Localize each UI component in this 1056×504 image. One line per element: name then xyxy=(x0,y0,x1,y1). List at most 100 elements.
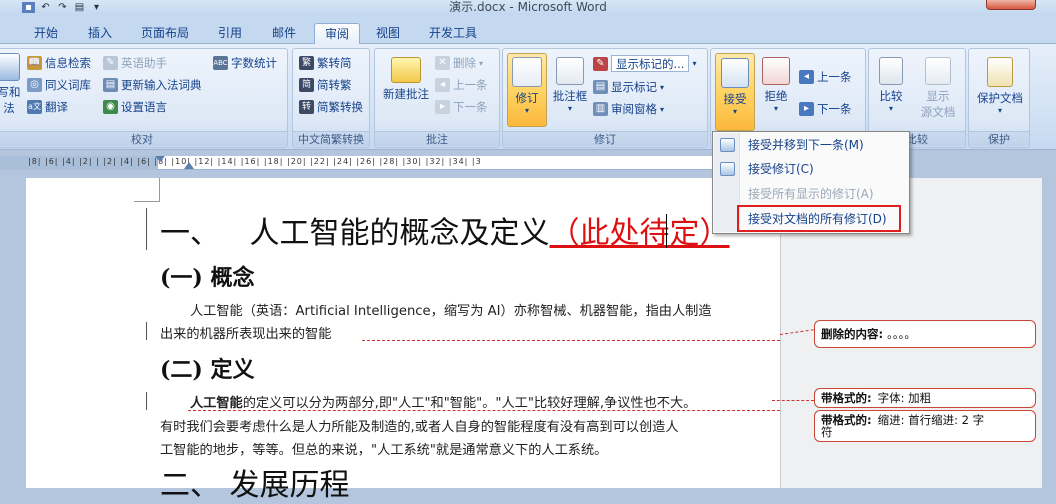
protect-group: 保护文档 ▾ 保护 xyxy=(968,48,1030,148)
simp-to-trad-button[interactable]: 简简转繁 xyxy=(299,77,352,93)
english-assistant-button[interactable]: ✎ 英语助手 xyxy=(103,55,167,71)
translate-icon: a文 xyxy=(27,100,42,114)
previous-change-button[interactable]: ◂ 上一条 xyxy=(799,69,852,85)
close-window-button[interactable] xyxy=(986,0,1036,10)
show-markup-button[interactable]: ▤ 显示标记 ▾ xyxy=(593,79,664,95)
delete-comment-button[interactable]: ✕ 删除 ▾ xyxy=(435,55,483,71)
chinese-group-label: 中文简繁转换 xyxy=(293,131,369,146)
delete-comment-icon: ✕ xyxy=(435,56,450,70)
chevron-down-icon: ▾ xyxy=(692,59,697,68)
compare-icon xyxy=(879,57,903,85)
chevron-down-icon: ▾ xyxy=(888,104,893,113)
ruler-ticks: |8| |6| |4| |2| | |2| |4| |6| |8| |10| |… xyxy=(28,157,482,166)
first-line-indent-marker[interactable] xyxy=(155,156,165,162)
chinese-convert-button[interactable]: 转简繁转换 xyxy=(299,99,363,115)
word-count-button[interactable]: ABC 字数统计 xyxy=(213,55,277,71)
show-source-icon xyxy=(925,57,951,85)
formatted-indent-balloon[interactable]: 带格式的: 缩进: 首行缩进: 2 字 符 xyxy=(814,410,1036,442)
formatted-font-balloon[interactable]: 带格式的: 字体: 加粗 xyxy=(814,388,1036,408)
heading-2-definition: (二) 定义 xyxy=(160,357,255,383)
next-comment-button[interactable]: ▸ 下一条 xyxy=(435,99,488,115)
chevron-down-icon: ▾ xyxy=(524,106,529,115)
thesaurus-icon: ◎ xyxy=(27,78,42,92)
hanging-indent-marker[interactable] xyxy=(184,162,194,169)
chinese-convert-icon: 转 xyxy=(299,100,314,114)
tab-insert[interactable]: 插入 xyxy=(80,23,120,44)
chevron-down-icon: ▾ xyxy=(567,104,572,113)
globe-icon: ◉ xyxy=(103,100,118,114)
paragraph-1-line-2: 出来的机器所表现出来的智能 xyxy=(160,327,332,342)
english-assist-icon: ✎ xyxy=(103,56,118,70)
reject-button[interactable]: 拒绝 ▾ xyxy=(759,57,793,113)
change-bar xyxy=(146,392,147,410)
previous-change-icon: ◂ xyxy=(799,70,814,84)
balloons-icon xyxy=(556,57,584,85)
paragraph-2-line-3: 工智能的地步，等等。但总的来说，"人工系统"就是通常意义下的人工系统。 xyxy=(160,443,608,458)
compare-button[interactable]: 比较 ▾ xyxy=(873,57,909,113)
heading-1: 一、 人工智能的概念及定义（此处待定） xyxy=(160,216,730,251)
tab-page-layout[interactable]: 页面布局 xyxy=(134,23,196,44)
accept-button[interactable]: 接受 ▾ xyxy=(715,53,755,131)
next-change-button[interactable]: ▸ 下一条 xyxy=(799,101,852,117)
balloons-button[interactable]: 批注框 ▾ xyxy=(549,57,591,113)
chevron-down-icon: ▾ xyxy=(660,82,665,92)
simp-to-trad-icon: 简 xyxy=(299,78,314,92)
comments-group-label: 批注 xyxy=(375,131,499,146)
tab-view[interactable]: 视图 xyxy=(368,23,408,44)
track-changes-icon xyxy=(512,57,542,87)
show-source-button[interactable]: 显示 源文档 xyxy=(913,57,963,120)
track-changes-button[interactable]: 修订 ▾ xyxy=(507,53,547,127)
deleted-content-balloon[interactable]: 删除的内容:。。。。 xyxy=(814,320,1036,348)
trad-to-simp-button[interactable]: 繁繁转简 xyxy=(299,55,352,71)
document-page[interactable]: 一、 人工智能的概念及定义（此处待定） (一) 概念 人工智能（英语：Artif… xyxy=(26,178,780,503)
previous-comment-button[interactable]: ◂ 上一条 xyxy=(435,77,488,93)
next-change-icon: ▸ xyxy=(799,102,814,116)
chevron-down-icon: ▾ xyxy=(732,107,737,116)
balloon-connector xyxy=(362,340,780,341)
proofing-group-label: 校对 xyxy=(0,131,287,146)
horizontal-ruler[interactable]: |8| |6| |4| |2| | |2| |4| |6| |8| |10| |… xyxy=(0,156,720,170)
tab-references[interactable]: 引用 xyxy=(210,23,250,44)
new-comment-button[interactable]: 新建批注 xyxy=(379,57,433,102)
reviewing-pane-button[interactable]: ▥ 审阅窗格 ▾ xyxy=(593,101,664,117)
research-button[interactable]: 📖 信息检索 xyxy=(27,55,91,71)
heading-1-history: 二、 发展历程 xyxy=(160,468,350,503)
spelling-button[interactable]: 写和 法 xyxy=(0,53,21,116)
tab-home[interactable]: 开始 xyxy=(26,23,66,44)
trad-to-simp-icon: 繁 xyxy=(299,56,314,70)
menu-accept-and-move-next[interactable]: 接受并移到下一条(M) xyxy=(714,134,908,156)
translate-button[interactable]: a文 翻译 xyxy=(27,99,68,115)
chevron-down-icon: ▾ xyxy=(773,104,778,113)
window-title: 演示.docx - Microsoft Word xyxy=(449,0,607,14)
protect-document-button[interactable]: 保护文档 ▾ xyxy=(971,57,1029,115)
chevron-down-icon: ▾ xyxy=(479,58,484,68)
new-comment-icon xyxy=(391,57,421,83)
reject-icon xyxy=(762,57,790,85)
balloon-connector xyxy=(772,400,814,401)
display-review-icon: ✎ xyxy=(593,56,608,71)
margin-corner-mark xyxy=(134,178,160,202)
update-ime-dictionary-button[interactable]: ▤ 更新输入法词典 xyxy=(103,77,202,93)
tab-mailings[interactable]: 邮件 xyxy=(264,23,304,44)
menu-accept-all-shown[interactable]: 接受所有显示的修订(A) xyxy=(714,183,908,205)
accept-dropdown-menu: 接受并移到下一条(M) 接受修订(C) 接受所有显示的修订(A) 接受对文档的所… xyxy=(712,131,910,234)
proofing-group: 写和 法 📖 信息检索 ✎ 英语助手 ABC 字数统计 ◎ 同义词库 ▤ 更新输入法词典 … xyxy=(0,48,288,148)
paragraph-2-line-1: 人工智能的定义可以分为两部分,即"人工"和"智能"。"人工"比较好理解,争议性也… xyxy=(190,396,697,411)
menu-accept-change[interactable]: 接受修订(C) xyxy=(714,158,908,180)
spelling-icon xyxy=(0,53,20,81)
thesaurus-button[interactable]: ◎ 同义词库 xyxy=(27,77,91,93)
ribbon-tabs: 开始 插入 页面布局 引用 邮件 审阅 视图 开发工具 xyxy=(0,14,1056,44)
tab-review[interactable]: 审阅 xyxy=(314,23,360,44)
accept-icon xyxy=(721,58,749,88)
paragraph-2-line-2: 有时我们会要考虑什么是人力所能及制造的,或者人自身的智能程度有没有高到可以创造人 xyxy=(160,420,679,435)
display-for-review-dropdown[interactable]: ✎ 显示标记的... ▾ xyxy=(593,55,696,72)
heading-2-concept: (一) 概念 xyxy=(160,265,255,291)
chinese-conversion-group: 繁繁转简 简简转繁 转简繁转换 中文简繁转换 xyxy=(292,48,370,148)
set-language-button[interactable]: ◉ 设置语言 xyxy=(103,99,167,115)
protect-group-label: 保护 xyxy=(969,131,1029,146)
tracking-group-label: 修订 xyxy=(503,131,707,146)
balloon-connector xyxy=(188,410,780,411)
tracking-group: 修订 ▾ 批注框 ▾ ✎ 显示标记的... ▾ ▤ 显示标记 ▾ ▥ 审阅窗格 ▾ 修订 xyxy=(502,48,708,148)
tab-developer[interactable]: 开发工具 xyxy=(420,23,486,44)
change-bar xyxy=(146,208,147,250)
